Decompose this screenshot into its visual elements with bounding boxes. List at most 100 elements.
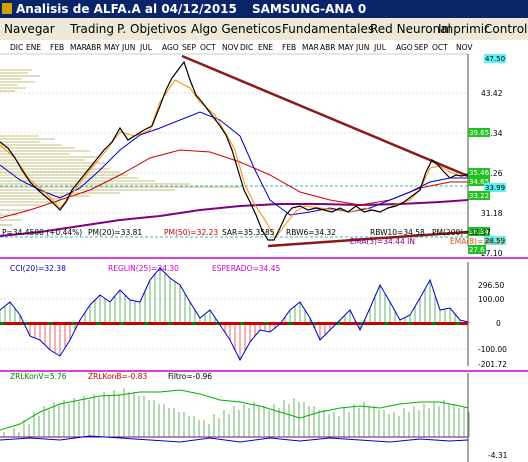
reglin-label: REGLIN(25)=34.30 <box>108 264 179 273</box>
month-label: OCT <box>432 43 448 52</box>
price-tag: 39.65 <box>469 129 489 137</box>
month-label: MAY <box>104 43 120 52</box>
zero-band-segment <box>432 322 436 325</box>
zero-band-segment <box>32 322 36 325</box>
zero-band-segment <box>424 322 428 325</box>
zero-band-segment <box>352 322 356 325</box>
month-label: MAR <box>302 43 319 52</box>
month-label: NOV <box>222 43 239 52</box>
stat-ema3: EMA(3)=34.44 IN <box>350 237 415 246</box>
stat-sar: SAR=35.3585 <box>222 228 275 237</box>
zero-band-segment <box>376 322 380 325</box>
month-label: ENE <box>26 43 41 52</box>
app-icon <box>2 3 12 14</box>
month-label: MAR <box>70 43 87 52</box>
zrl-y-axis-label: -4.31 <box>488 451 508 460</box>
zero-band-segment <box>40 322 44 325</box>
month-label: JUL <box>139 43 153 52</box>
price-tag: 27.6 <box>469 246 485 254</box>
chart-canvas[interactable]: DIC ENE FEB MAR ABR MAY JUN JUL AGO SEP OCT NOV DIC E… <box>0 40 528 462</box>
stat-pm20: PM(20)=33.81 <box>88 228 142 237</box>
zero-band-segment <box>56 322 60 325</box>
cci-label: CCI(20)=32.38 <box>10 264 66 273</box>
zero-band-segment <box>80 322 84 325</box>
month-label: OCT <box>200 43 216 52</box>
menu-controles[interactable]: Controles <box>484 22 528 36</box>
stat-ema8: EMA(8)=34.33 <box>450 237 505 246</box>
zero-band-segment <box>120 322 124 325</box>
zero-band-segment <box>16 322 20 325</box>
zero-band-segment <box>464 322 468 325</box>
zero-band-segment <box>440 322 444 325</box>
zero-band-segment <box>64 322 68 325</box>
zero-band-segment <box>304 322 308 325</box>
menu-imprimir[interactable]: Imprimir <box>438 22 489 36</box>
zero-band-segment <box>264 322 268 325</box>
price-tag: 33.99 <box>485 184 505 192</box>
zero-band-segment <box>232 322 236 325</box>
title-bar: Analisis de ALFA.A al 04/12/2015 SAMSUNG… <box>0 0 528 18</box>
stat-pm50: PM(50)=32.23 <box>164 228 218 237</box>
menu-algo-geneticos[interactable]: Algo Geneticos <box>191 22 281 36</box>
month-label: JUL <box>373 43 387 52</box>
zero-band-segment <box>344 322 348 325</box>
month-label: SEP <box>414 43 428 52</box>
zero-band-segment <box>104 322 108 325</box>
month-label: MAY <box>338 43 354 52</box>
zero-band-segment <box>256 322 260 325</box>
zero-band-segment <box>296 322 300 325</box>
menu-trading[interactable]: Trading <box>70 22 114 36</box>
price-tag: 33.22 <box>469 192 489 200</box>
price-axis-label: 31.18 <box>481 209 503 218</box>
zero-band-segment <box>112 322 116 325</box>
zero-band-segment <box>160 322 164 325</box>
month-label: ENE <box>258 43 273 52</box>
osc-axis-label: 100.00 <box>478 295 504 304</box>
month-label: SEP <box>182 43 196 52</box>
month-label: JUN <box>121 43 135 52</box>
zero-band-segment <box>200 322 204 325</box>
menu-bar: Navegar Trading P. Objetivos Algo Geneti… <box>0 18 528 41</box>
osc-axis-label: 0 <box>496 319 501 328</box>
stat-rbw10: RBW10=34.58 <box>370 228 425 237</box>
zero-band-segment <box>152 322 156 325</box>
month-label: AGO <box>162 43 179 52</box>
month-label: FEB <box>50 43 64 52</box>
zero-band-segment <box>400 322 404 325</box>
zero-band-segment <box>144 322 148 325</box>
zrlkonb-label: ZRLKonB=-0.83 <box>88 372 147 381</box>
month-label: ABR <box>86 43 102 52</box>
month-label: ABR <box>320 43 336 52</box>
month-label: FEB <box>282 43 296 52</box>
stat-rbw6: RBW6=34.32 <box>286 228 336 237</box>
zero-band-segment <box>224 322 228 325</box>
zero-band-segment <box>392 322 396 325</box>
menu-fundamentales[interactable]: Fundamentales <box>282 22 374 36</box>
zrlkonv-label: ZRLKonV=5.76 <box>10 372 67 381</box>
zero-band-segment <box>96 322 100 325</box>
menu-objetivos[interactable]: P. Objetivos <box>117 22 187 36</box>
month-label: JUN <box>355 43 369 52</box>
zero-band-segment <box>176 322 180 325</box>
zero-band-segment <box>456 322 460 325</box>
menu-navegar[interactable]: Navegar <box>4 22 55 36</box>
window-title: Analisis de ALFA.A al 04/12/2015 <box>16 2 237 16</box>
price-axis-label: 43.42 <box>481 89 503 98</box>
stat-price: P=34.4500 (+0.44%) <box>2 228 82 237</box>
zero-band-segment <box>320 322 324 325</box>
stat-pm200: PM(200)=32.37 <box>432 228 491 237</box>
window-subtitle: SAMSUNG-ANA 0 <box>252 2 367 16</box>
zero-band-segment <box>184 322 188 325</box>
zero-band-segment <box>72 322 76 325</box>
filtro-label: Filtro=-0.96 <box>168 372 212 381</box>
zero-band-segment <box>192 322 196 325</box>
zero-band-segment <box>0 322 4 325</box>
zero-band-segment <box>136 322 140 325</box>
price-tag: 35.46 <box>469 169 490 177</box>
month-label: AGO <box>396 43 413 52</box>
month-label: DIC <box>240 43 253 52</box>
month-label: NOV <box>456 43 473 52</box>
svg-text:47.50: 47.50 <box>485 55 505 63</box>
zero-band-segment <box>416 322 420 325</box>
osc-axis-label: 296.50 <box>478 281 504 290</box>
